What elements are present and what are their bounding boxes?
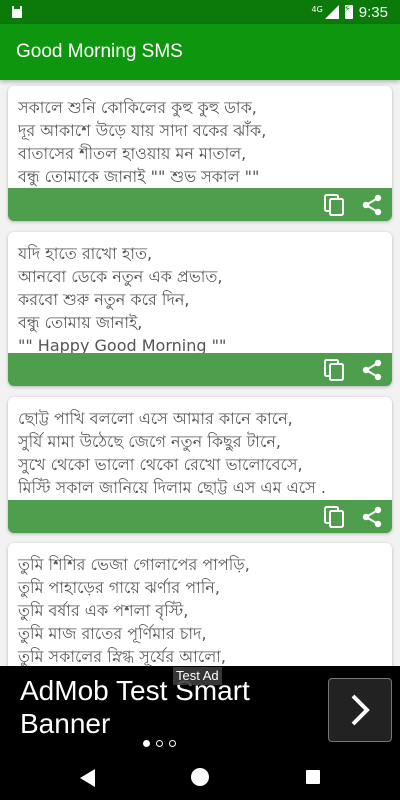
sms-card: ছোট্ট পাখি বললো এসে আমার কানে কানে, সুর্… [8,397,392,533]
clock: 9:35 [358,3,388,21]
ad-dot [156,740,163,747]
sms-text: তুমি শিশির ভেজা গোলাপের পাপড়ি, তুমি পাহ… [18,555,250,666]
card-action-bar [8,188,392,221]
share-icon[interactable] [360,505,384,529]
ad-headline[interactable]: AdMob Test Smart Banner [20,674,300,740]
home-icon[interactable] [191,768,209,786]
sms-text: সকালে শুনি কোকিলের কুহু কুহু ডাক, দূর আক… [18,98,267,186]
copy-icon[interactable] [322,358,346,382]
app-bar: Good Morning SMS [0,24,400,80]
chevron-right-icon [351,694,370,726]
ad-dot [169,740,176,747]
copy-icon[interactable] [322,193,346,217]
status-indicators: 4G 9:35 [312,0,389,24]
sms-list[interactable]: সকালে শুনি কোকিলের কুহু কুহু ডাক, দূর আক… [0,80,400,666]
ad-banner[interactable]: AdMob Test Smart Banner Test Ad [0,666,400,758]
copy-icon[interactable] [322,505,346,529]
share-icon[interactable] [360,193,384,217]
ad-open-button[interactable] [328,678,392,742]
ad-page-indicator [143,740,176,747]
back-icon[interactable] [80,769,96,787]
sms-card: তুমি শিশির ভেজা গোলাপের পাপড়ি, তুমি পাহ… [8,543,392,666]
signal-icon [324,5,339,19]
sd-card-icon [12,6,22,18]
status-bar: 4G 9:35 [0,0,400,24]
card-action-bar [8,353,392,386]
sms-text: ছোট্ট পাখি বললো এসে আমার কানে কানে, সুর্… [18,409,326,497]
share-icon[interactable] [360,358,384,382]
navigation-bar [0,758,400,800]
ad-label: Test Ad [173,667,222,685]
battery-icon [344,4,353,19]
ad-dot [143,740,150,747]
sms-card: সকালে শুনি কোকিলের কুহু কুহু ডাক, দূর আক… [8,86,392,221]
app-title: Good Morning SMS [16,41,183,62]
network-type: 4G [311,4,323,14]
recents-icon[interactable] [306,770,320,784]
card-action-bar [8,500,392,533]
sms-card: যদি হাতে রাখো হাত, আনবো ডেকে নতুন এক প্র… [8,232,392,386]
sms-text: যদি হাতে রাখো হাত, আনবো ডেকে নতুন এক প্র… [18,244,227,355]
